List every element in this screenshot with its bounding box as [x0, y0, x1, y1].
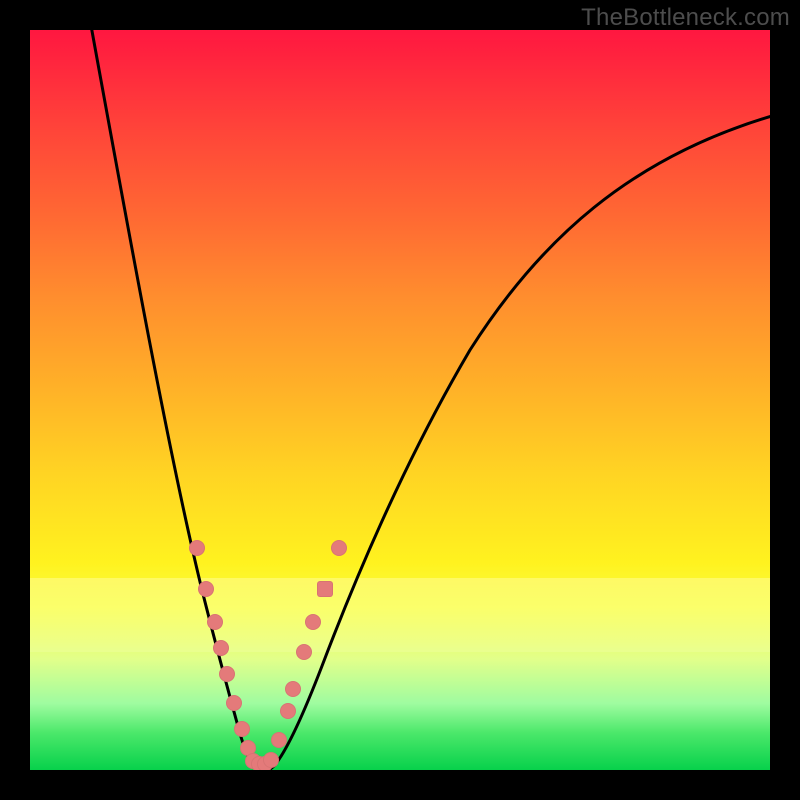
chart-frame: TheBottleneck.com: [0, 0, 800, 800]
scatter-dot: [219, 666, 235, 682]
scatter-dot: [271, 732, 287, 748]
dip-curve: [90, 30, 770, 770]
scatter-dot: [280, 703, 296, 719]
scatter-dot: [296, 644, 312, 660]
scatter-dot: [234, 721, 250, 737]
plot-area: [30, 30, 770, 770]
scatter-dot: [331, 540, 347, 556]
scatter-dot: [226, 695, 242, 711]
scatter-dot: [189, 540, 205, 556]
watermark: TheBottleneck.com: [581, 4, 790, 32]
scatter-dot: [317, 581, 333, 597]
scatter-dot: [285, 681, 301, 697]
scatter-dot: [305, 614, 321, 630]
scatter-dot: [207, 614, 223, 630]
curve-layer: [30, 30, 770, 770]
scatter-dot: [198, 581, 214, 597]
scatter-dot: [213, 640, 229, 656]
scatter-dot: [263, 752, 279, 768]
